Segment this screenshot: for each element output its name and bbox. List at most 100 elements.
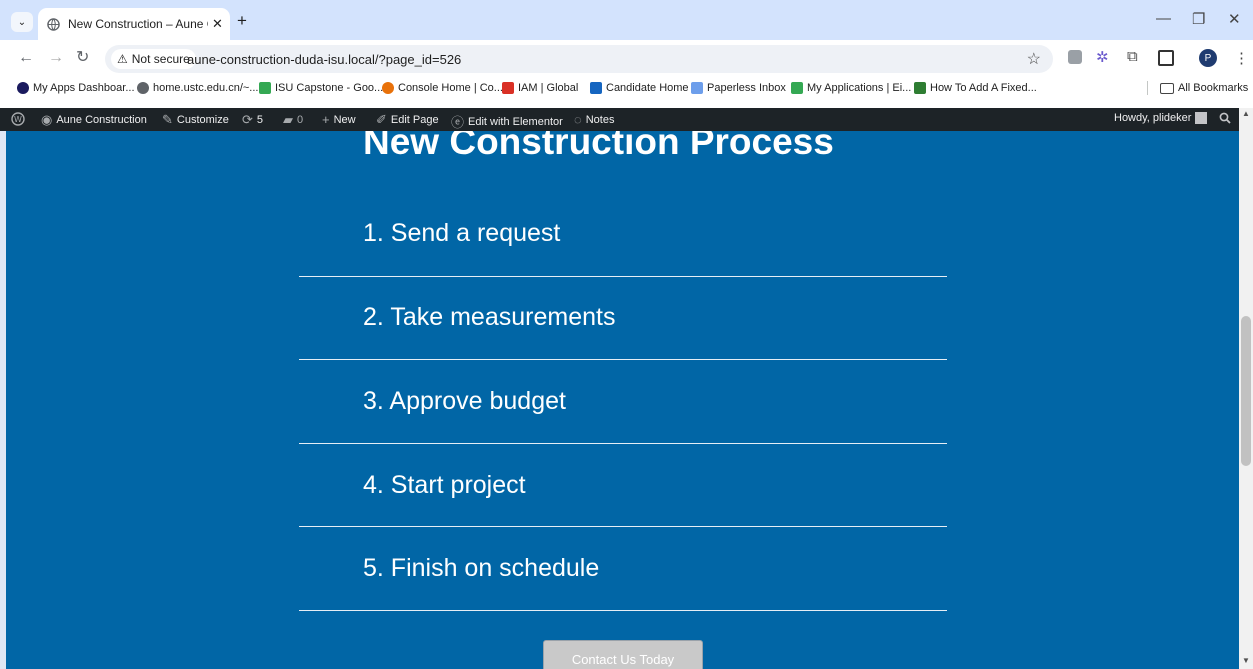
page-scrollbar[interactable]: ▲ ▼ [1239,108,1253,669]
forward-icon[interactable]: → [48,50,64,66]
comments-count: 0 [297,114,304,126]
candidate-icon [590,82,602,94]
bookmark-item[interactable]: How To Add A Fixed... [914,82,1037,94]
step-label: 1. Send a request [363,219,561,247]
process-step: 2. Take measurements [299,276,947,360]
menu-kebab-icon[interactable]: ⋮ [1234,49,1249,67]
wp-admin-bar: W ◉ Aune Construction ✎ Customize ⟳ 5 ▰ … [0,108,1253,131]
address-bar[interactable]: ⚠ Not secure aune-construction-duda-isu.… [105,45,1053,73]
back-icon[interactable]: ← [18,50,34,66]
avatar [1195,112,1208,124]
updates-icon: ⟳ [242,112,253,127]
extension-flower-icon[interactable]: ✲ [1096,48,1109,66]
bookmark-item[interactable]: IAM | Global [502,82,578,94]
bookmark-item[interactable]: ISU Capstone - Goo... [259,82,383,94]
drive-icon [259,82,271,94]
edit-with-elementor-menu[interactable]: ⓔ Edit with Elementor [451,112,563,131]
tab-active[interactable]: New Construction – Aune Cons ✕ [38,8,230,40]
extensions-puzzle-icon[interactable]: ⧉ [1127,48,1138,65]
page-heading: New Construction Process [363,131,834,162]
bookmark-label: Candidate Home [606,82,689,94]
dashboard-icon: ◉ [41,112,53,127]
globe-icon [137,82,149,94]
security-label: Not secure [131,52,190,66]
toolbar-gap [0,100,1253,108]
process-step: 5. Finish on schedule [299,527,947,611]
page-content: New Construction Process 1. Send a reque… [6,131,1239,669]
new-label: New [333,113,356,126]
bookmarks-divider [1147,81,1148,95]
bookmark-item[interactable]: Candidate Home [590,82,689,94]
tab-title: New Construction – Aune Cons [68,17,208,31]
side-panel-icon[interactable] [1158,50,1174,66]
bookmark-item[interactable]: Console Home | Co... [382,82,503,94]
step-label: 5. Finish on schedule [363,554,600,582]
notes-menu[interactable]: ◌ Notes [574,112,614,127]
notes-label: Notes [585,113,615,126]
customize-label: Customize [176,114,229,126]
search-icon[interactable] [1219,112,1231,124]
updates-count: 5 [256,114,264,126]
bookmark-label: Paperless Inbox [707,82,786,94]
bookmark-label: home.ustc.edu.cn/~... [153,82,259,94]
folder-icon [1160,82,1174,94]
site-name-menu[interactable]: ◉ Aune Construction [41,112,147,128]
comment-icon: ▰ [283,112,293,127]
iam-icon [502,82,514,94]
pencil-icon: ✐ [376,112,387,127]
wordpress-logo-icon[interactable]: W [11,112,25,126]
new-tab-button[interactable]: + [237,12,247,29]
bookmark-item[interactable]: My Applications | Ei... [791,82,911,94]
security-chip[interactable]: ⚠ Not secure [111,49,196,69]
edit-page-menu[interactable]: ✐ Edit Page [376,112,439,128]
url-text[interactable]: aune-construction-duda-isu.local/?page_i… [187,52,461,67]
bookmark-favicon-icon [17,82,29,94]
browser-toolbar: ← → ↻ ⚠ Not secure aune-construction-dud… [0,40,1253,78]
process-step: 3. Approve budget [299,360,947,444]
step-label: 4. Start project [363,471,526,499]
window-close-icon[interactable]: ✕ [1228,10,1241,28]
bookmark-item[interactable]: home.ustc.edu.cn/~... [137,82,258,94]
updates-menu[interactable]: ⟳ 5 [242,112,263,128]
all-bookmarks-button[interactable]: All Bookmarks [1160,82,1248,94]
step-label: 2. Take measurements [363,303,616,331]
elementor-icon: ⓔ [451,115,465,130]
tab-search-chevron-icon[interactable]: ⌄ [11,12,33,32]
scroll-down-icon[interactable]: ▼ [1242,656,1250,665]
paperless-icon [691,82,703,94]
svg-text:W: W [14,115,22,124]
customize-menu[interactable]: ✎ Customize [162,112,229,128]
scrollbar-thumb[interactable] [1241,316,1251,466]
tab-strip: ⌄ New Construction – Aune Cons ✕ + — ❐ ✕ [0,0,1253,40]
bookmark-item[interactable]: Paperless Inbox [691,82,786,94]
bookmarks-bar: My Apps Dashboar... home.ustc.edu.cn/~..… [0,78,1253,100]
minimize-icon[interactable]: — [1156,10,1171,27]
profile-avatar[interactable]: P [1199,49,1217,67]
bookmark-label: IAM | Global [518,82,579,94]
new-content-menu[interactable]: + New [322,112,356,127]
reload-icon[interactable]: ↻ [76,50,89,66]
tab-close-icon[interactable]: ✕ [212,16,223,32]
comments-menu[interactable]: ▰ 0 [283,112,303,128]
contact-us-button[interactable]: Contact Us Today [543,640,703,669]
bookmark-label: My Apps Dashboar... [33,82,135,94]
globe-icon [46,17,60,31]
edit-page-label: Edit Page [390,114,439,126]
all-bookmarks-label: All Bookmarks [1178,82,1249,94]
warning-icon: ⚠ [117,52,128,66]
my-account-menu[interactable]: Howdy, plideker [1114,112,1208,124]
bookmark-label: My Applications | Ei... [807,82,912,94]
scroll-up-icon[interactable]: ▲ [1242,109,1250,118]
applications-icon [791,82,803,94]
site-name-label: Aune Construction [56,114,147,126]
process-step: 4. Start project [299,443,947,527]
process-step: 1. Send a request [299,193,947,277]
step-label: 3. Approve budget [363,387,566,415]
restore-icon[interactable]: ❐ [1192,10,1205,28]
bookmark-star-icon[interactable]: ☆ [1027,49,1041,69]
notes-icon: ◌ [574,112,582,127]
fixed-icon [914,82,926,94]
bookmark-item[interactable]: My Apps Dashboar... [17,82,135,94]
extension-icon[interactable] [1068,50,1082,64]
bookmark-label: Console Home | Co... [398,82,503,94]
